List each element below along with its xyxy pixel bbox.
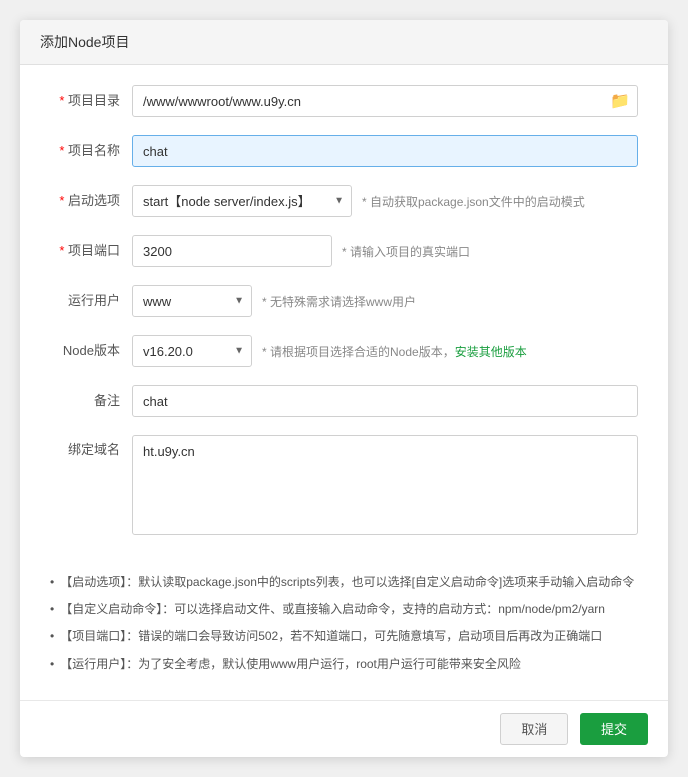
port-row: 项目端口 * 请输入项目的真实端口 [50, 235, 638, 267]
folder-icon[interactable]: 📁 [610, 91, 630, 111]
port-label: 项目端口 [50, 242, 120, 260]
note-item-1: 【启动选项】：默认读取package.json中的scripts列表，也可以选择… [50, 573, 648, 592]
project-dir-label: 项目目录 [50, 92, 120, 110]
node-version-hint: * 请根据项目选择合适的Node版本，安装其他版本 [262, 343, 527, 360]
startup-select[interactable]: start【node server/index.js】 [132, 185, 352, 217]
node-version-select-wrapper: v16.20.0 ▼ [132, 335, 252, 367]
node-version-select[interactable]: v16.20.0 [132, 335, 252, 367]
bind-domain-row: 绑定域名 [50, 435, 638, 535]
startup-hint: * 自动获取package.json文件中的启动模式 [362, 193, 585, 210]
node-version-row: Node版本 v16.20.0 ▼ * 请根据项目选择合适的Node版本，安装其… [50, 335, 638, 367]
node-version-label: Node版本 [50, 342, 120, 360]
cancel-button[interactable]: 取消 [500, 713, 568, 745]
project-dir-input-wrapper: 📁 [132, 85, 638, 117]
add-node-dialog: 添加Node项目 项目目录 📁 项目名称 启动选项 start【node ser… [20, 20, 668, 757]
startup-row: 启动选项 start【node server/index.js】 ▼ * 自动获… [50, 185, 638, 217]
project-name-row: 项目名称 [50, 135, 638, 167]
port-input[interactable] [132, 235, 332, 267]
startup-label: 启动选项 [50, 192, 120, 210]
note-item-4: 【运行用户】：为了安全考虑，默认使用www用户运行，root用户运行可能带来安全… [50, 655, 648, 674]
startup-select-wrapper: start【node server/index.js】 ▼ [132, 185, 352, 217]
project-name-label: 项目名称 [50, 142, 120, 160]
run-user-hint: * 无特殊需求请选择www用户 [262, 293, 416, 310]
note-item-3: 【项目端口】：错误的端口会导致访问502，若不知道端口，可先随意填写，启动项目后… [50, 627, 648, 646]
remark-label: 备注 [50, 392, 120, 410]
remark-row: 备注 [50, 385, 638, 417]
install-other-versions-link[interactable]: 安装其他版本 [455, 345, 527, 359]
project-name-input[interactable] [132, 135, 638, 167]
project-dir-input[interactable] [132, 85, 638, 117]
port-hint: * 请输入项目的真实端口 [342, 243, 470, 260]
run-user-select[interactable]: www [132, 285, 252, 317]
project-dir-row: 项目目录 📁 [50, 85, 638, 117]
note-item-2: 【自定义启动命令】：可以选择启动文件、或直接输入启动命令，支持的启动方式：npm… [50, 600, 648, 619]
notes-section: 【启动选项】：默认读取package.json中的scripts列表，也可以选择… [20, 563, 668, 692]
remark-input[interactable] [132, 385, 638, 417]
bind-domain-textarea[interactable] [132, 435, 638, 535]
bind-domain-label: 绑定域名 [50, 435, 120, 459]
run-user-select-wrapper: www ▼ [132, 285, 252, 317]
dialog-footer: 取消 提交 [20, 700, 668, 757]
dialog-body: 项目目录 📁 项目名称 启动选项 start【node server/index… [20, 65, 668, 563]
run-user-row: 运行用户 www ▼ * 无特殊需求请选择www用户 [50, 285, 638, 317]
run-user-label: 运行用户 [50, 292, 120, 310]
dialog-title: 添加Node项目 [20, 20, 668, 65]
submit-button[interactable]: 提交 [580, 713, 648, 745]
